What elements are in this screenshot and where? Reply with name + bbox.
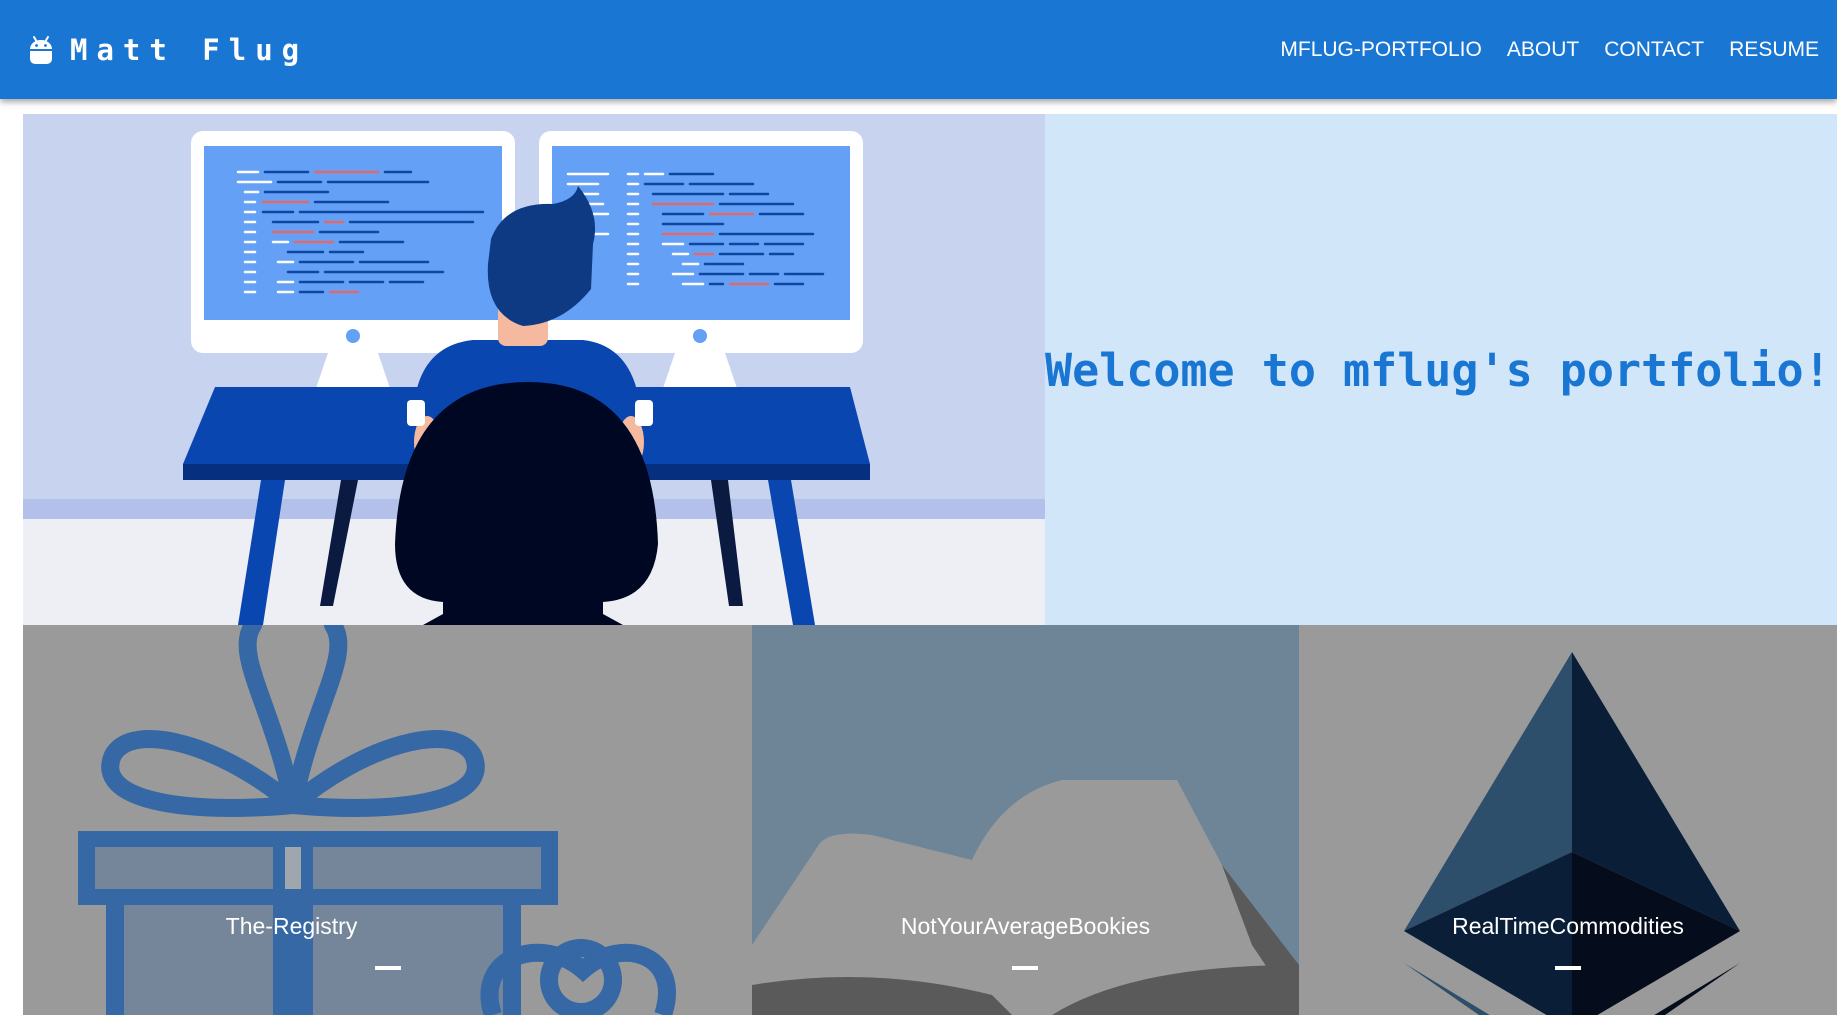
android-icon <box>30 35 52 64</box>
welcome-title: Welcome to mflug's portfolio! <box>1045 344 1831 397</box>
ethereum-icon <box>1404 652 1740 1015</box>
developer-illustration <box>23 114 1045 625</box>
welcome-panel: Welcome to mflug's portfolio! <box>1045 114 1837 625</box>
nav-link-resume[interactable]: RESUME <box>1729 38 1819 62</box>
project-title-realtimecommodities: RealTimeCommodities <box>1452 913 1684 939</box>
gift-box-icon <box>78 625 676 1015</box>
project-title-the-registry: The-Registry <box>225 913 358 939</box>
brand-name: Matt Flug <box>70 32 309 67</box>
project-card-realtimecommodities[interactable]: RealTimeCommodities <box>1299 625 1837 1015</box>
projects-grid: The-Registry NotYourAverageBookies RealT… <box>23 625 1837 1015</box>
nav-link-contact[interactable]: CONTACT <box>1604 38 1704 62</box>
open-book-icon <box>752 780 1299 1015</box>
nav-links: MFLUG-PORTFOLIO ABOUT CONTACT RESUME <box>1255 38 1819 62</box>
top-navbar: Matt Flug MFLUG-PORTFOLIO ABOUT CONTACT … <box>0 0 1837 99</box>
nav-link-mflug-portfolio[interactable]: MFLUG-PORTFOLIO <box>1280 38 1481 62</box>
nav-link-about[interactable]: ABOUT <box>1507 38 1579 62</box>
project-title-underline <box>1012 966 1038 970</box>
project-card-notyouraveragebookies[interactable]: NotYourAverageBookies <box>752 625 1299 1015</box>
brand-home-link[interactable]: Matt Flug <box>28 32 308 68</box>
project-title-notyouraveragebookies: NotYourAverageBookies <box>900 913 1151 939</box>
project-title-underline <box>375 966 401 970</box>
hero-section: Welcome to mflug's portfolio! <box>23 114 1837 625</box>
project-title-underline <box>1555 966 1581 970</box>
project-card-the-registry[interactable]: The-Registry <box>23 625 752 1015</box>
